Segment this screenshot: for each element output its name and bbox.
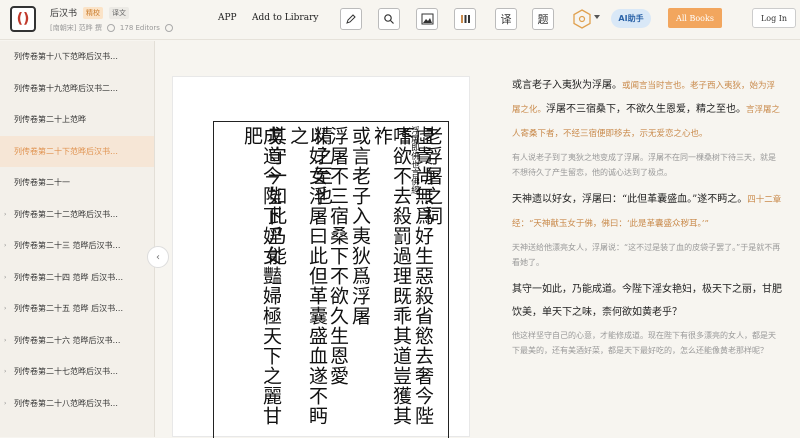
scan-column: 或言老子入夷狄爲浮屠: [349, 126, 371, 326]
app-logo-icon[interactable]: (): [10, 6, 36, 32]
search-icon: [384, 14, 394, 24]
scan-text-frame: 老浮屠之祠 浮屠即佛也言佛經 虛貴尚無爲好生惡殺省慾去奢今陛下 嗜欲不去殺罰過理既乖其…: [213, 121, 449, 438]
sidebar-item[interactable]: 列传卷第二十下范晔后汉书…: [0, 135, 154, 167]
settings-hexagon-icon[interactable]: [572, 9, 592, 29]
image-tool-button[interactable]: [416, 8, 438, 30]
columns-icon: [460, 15, 470, 23]
search-tool-button[interactable]: [378, 8, 400, 30]
sidebar-item-label: 列传卷第二十七范晔后汉书…: [14, 367, 118, 377]
page-scan: 老浮屠之祠 浮屠即佛也言佛經 虛貴尚無爲好生惡殺省慾去奢今陛下 嗜欲不去殺罰過理既乖其…: [172, 76, 470, 438]
sidebar-item-label: 列传卷第二十上范晔: [14, 115, 86, 125]
collapse-sidebar-button[interactable]: ‹: [147, 246, 169, 268]
sidebar-item[interactable]: › 列传卷第二十五 范晔 后汉书…: [0, 293, 154, 325]
editors-count: 178 Editors: [119, 24, 160, 32]
ai-assistant-label: AI: [618, 14, 628, 23]
pencil-icon: [346, 14, 356, 24]
sidebar-item-label: 列传卷第二十八范晔后汉书…: [14, 398, 118, 408]
sidebar-item[interactable]: › 列传卷第二十八范晔后汉书…: [0, 388, 154, 420]
all-books-button[interactable]: All Books: [668, 8, 722, 28]
sidebar-item-label: 列传卷第二十三 范晔后汉书…: [14, 241, 121, 251]
image-icon: [421, 13, 433, 25]
sidebar-item[interactable]: 列传卷第十九范晔后汉书二…: [0, 73, 154, 105]
paragraph-3: 其守一如此，乃能成道。今陛下淫女艳妇，极天下之丽，甘肥饮美，单天下之味，柰何欲如…: [512, 278, 782, 324]
sidebar-item[interactable]: 列传卷第二十上范晔: [0, 104, 154, 136]
chevron-right-icon[interactable]: ›: [4, 305, 6, 312]
columns-tool-button[interactable]: [454, 8, 476, 30]
add-to-library-link[interactable]: Add to Library: [252, 13, 318, 23]
sidebar-item[interactable]: › 列传卷第二十三 范晔后汉书…: [0, 230, 154, 262]
ai-assistant-text: 助手: [627, 14, 644, 23]
login-button[interactable]: Log In: [752, 8, 796, 28]
sidebar-item-label: 列传卷第二十五 范晔 后汉书…: [14, 304, 124, 314]
sidebar-item-label: 列传卷第十八下范晔后汉书…: [14, 52, 118, 62]
paragraph-2: 天神遗以好女，浮屠曰：“此但革囊盛血。”遂不眄之。四十二章经：“天神献玉女于佛，…: [512, 188, 782, 236]
translation-badge: 译文: [109, 6, 130, 19]
info-icon[interactable]: [164, 24, 173, 32]
sidebar-item[interactable]: › 列传卷第二十四 范晔 后汉书…: [0, 262, 154, 294]
chevron-right-icon[interactable]: ›: [4, 274, 6, 281]
sidebar-item-label: 列传卷第二十六 范晔后汉书…: [14, 335, 121, 345]
sidebar-item-label: 列传卷第二十四 范晔 后汉书…: [14, 272, 124, 282]
scan-column: 以好女浮屠曰此但革囊盛血遂不眄之: [287, 126, 328, 426]
scan-column: 成道今陛下婬女豔婦極天下之麗甘肥: [241, 126, 282, 426]
original-text: 或言老子入夷狄为浮屠。: [512, 80, 622, 91]
book-title: 后汉书: [50, 9, 78, 19]
original-text: 其守一如此，乃能成道。今陛下淫女艳妇，极天下之丽，甘肥饮美，单天下之味，柰何欲如…: [512, 284, 782, 318]
chevron-right-icon[interactable]: ›: [4, 368, 6, 375]
ai-assistant-button[interactable]: AI 助手: [611, 9, 651, 28]
sidebar-item[interactable]: › 列传卷第二十七范晔后汉书…: [0, 356, 154, 388]
sidebar-item-label: 列传卷第二十下范晔后汉书…: [14, 146, 118, 156]
edit-tool-button[interactable]: [340, 8, 362, 30]
chevron-down-icon[interactable]: [594, 15, 600, 19]
top-bar: () 后汉书 精校 译文 [南朝宋] 范晔 撰 178 Editors APP …: [0, 0, 800, 40]
translation-3: 他这样坚守自己的心意，才能修成道。现在陛下有很多漂亮的女人，都是天下最美的，还有…: [512, 331, 776, 355]
book-author: [南朝宋] 范晔 撰: [50, 24, 102, 32]
title-tool-button[interactable]: 题: [532, 8, 554, 30]
chevron-right-icon[interactable]: ›: [4, 242, 6, 249]
chevron-left-icon: ‹: [156, 251, 160, 263]
sidebar-item[interactable]: 列传卷第十八下范晔后汉书…: [0, 41, 154, 73]
translation-1: 有人说老子到了夷狄之地变成了浮屠。浮屠不在同一棵桑树下待三天，就是不想待久了产生…: [512, 153, 776, 177]
translate-tool-button[interactable]: 译: [495, 8, 517, 30]
sidebar-item-label: 列传卷第二十二范晔后汉书…: [14, 209, 118, 219]
reading-pane: 或言老子入夷狄为浮屠。或闻言当时言也。老子西入夷狄，始为浮屠之化。浮屠不三宿桑下…: [512, 74, 782, 366]
paragraph-1: 或言老子入夷狄为浮屠。或闻言当时言也。老子西入夷狄，始为浮屠之化。浮屠不三宿桑下…: [512, 74, 782, 146]
chapter-sidebar: 列传卷第十八下范晔后汉书… 列传卷第十九范晔后汉书二… 列传卷第二十上范晔 列传卷第二…: [0, 41, 155, 437]
sidebar-item[interactable]: › 列传卷第二十六 范晔后汉书…: [0, 325, 154, 357]
chevron-right-icon[interactable]: ›: [4, 211, 6, 218]
proofread-badge: 精校: [83, 6, 104, 19]
translation-2: 天神送给他漂亮女人，浮屠说：“这不过是装了血的皮袋子罢了。”于是就不再看她了。: [512, 243, 781, 267]
history-icon[interactable]: [106, 24, 115, 32]
book-title-block: 后汉书 精校 译文 [南朝宋] 范晔 撰 178 Editors: [50, 6, 173, 33]
original-text: 天神遗以好女，浮屠曰：“此但革囊盛血。”遂不眄之。: [512, 194, 748, 205]
chevron-right-icon[interactable]: ›: [4, 337, 6, 344]
original-text: 浮屠不三宿桑下，不欲久生恩爱，精之至也。: [546, 104, 747, 115]
sidebar-item-label: 列传卷第十九范晔后汉书二…: [14, 83, 118, 93]
sidebar-item[interactable]: › 列传卷第二十二范晔后汉书…: [0, 199, 154, 231]
app-link[interactable]: APP: [218, 13, 237, 23]
sidebar-item[interactable]: 列传卷第二十一: [0, 167, 154, 199]
chapter-list: 列传卷第十八下范晔后汉书… 列传卷第十九范晔后汉书二… 列传卷第二十上范晔 列传卷第二…: [0, 41, 154, 419]
scan-column: 嗜欲不去殺罰過理既乖其道豈獲其祚: [371, 126, 412, 426]
sidebar-item-label: 列传卷第二十一: [14, 178, 70, 188]
chevron-right-icon[interactable]: ›: [4, 400, 6, 407]
